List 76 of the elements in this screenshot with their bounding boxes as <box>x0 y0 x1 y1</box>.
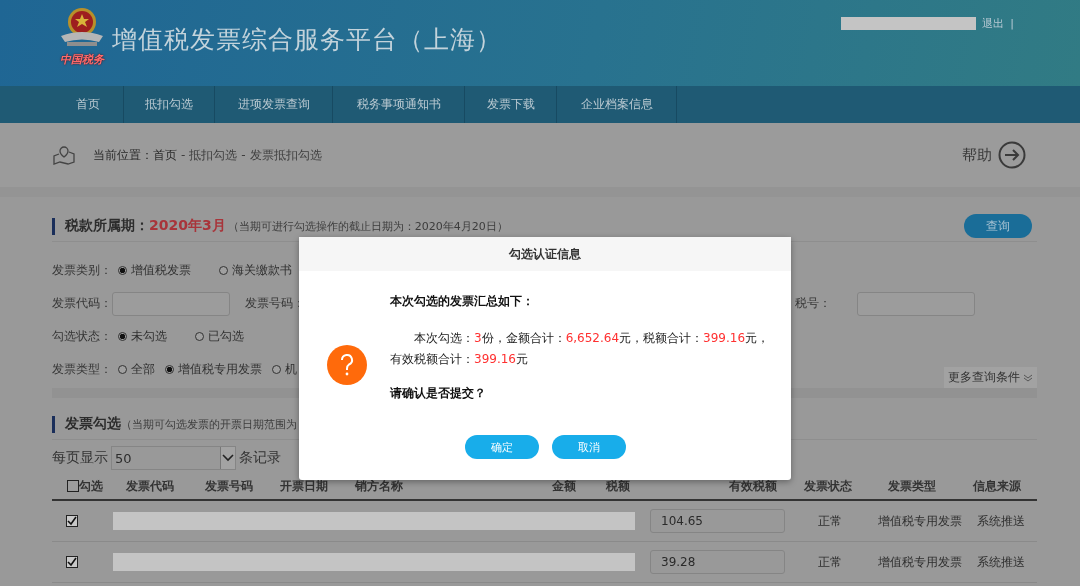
section-marker <box>52 217 55 235</box>
site-title: 增值税发票综合服务平台（上海） <box>112 24 502 56</box>
filter-label: 发票类型： <box>52 361 112 378</box>
filter-label: 勾选状态： <box>52 328 112 345</box>
more-conditions-button[interactable]: 更多查询条件 <box>944 367 1037 388</box>
breadcrumb-separator: - <box>241 148 246 162</box>
breadcrumb-link[interactable]: 发票抵扣勾选 <box>249 146 322 164</box>
table-cell-text: 系统推送 <box>976 512 1026 530</box>
radio-button[interactable] <box>118 365 127 374</box>
section-marker <box>52 415 55 433</box>
table-cell-text: 增值税专用发票 <box>877 512 963 530</box>
breadcrumb-separator: - <box>181 148 186 162</box>
filter-label: 发票代码： <box>52 295 112 312</box>
radio-button[interactable] <box>219 266 228 275</box>
table-cell-text: 增值税专用发票 <box>877 553 963 571</box>
confirm-question: 请确认是否提交？ <box>390 385 487 402</box>
column-header: 金额 <box>550 477 577 495</box>
radio-label: 未勾选 <box>131 328 167 345</box>
radio-label: 机 <box>285 361 297 378</box>
breadcrumb-label: 当前位置： <box>93 146 153 164</box>
input-field[interactable]: 39.28 <box>650 550 785 574</box>
radio-label: 海关缴款书 <box>232 262 292 279</box>
radio-button[interactable] <box>118 332 127 341</box>
page-size-select[interactable]: 50 <box>111 446 236 470</box>
input-field[interactable]: 104.65 <box>650 509 785 533</box>
column-header: 发票号码 <box>204 477 255 495</box>
per-page-label: 每页显示 <box>52 449 108 467</box>
radio-label: 全部 <box>131 361 155 378</box>
help-link[interactable]: 帮助 <box>962 145 992 165</box>
table-cell-text: 系统推送 <box>976 553 1026 571</box>
logout-link[interactable]: 退出 <box>982 16 1005 31</box>
section-note: （当期可勾选发票的开票日期范围为 <box>121 416 297 432</box>
column-header: 开票日期 <box>279 477 330 495</box>
column-header: 信息来源 <box>971 477 1023 495</box>
checkbox[interactable] <box>67 480 79 492</box>
column-header: 税额 <box>605 477 632 495</box>
filter-label: 发票号码： <box>245 295 305 312</box>
column-header: 发票状态 <box>802 477 853 495</box>
confirm-button[interactable]: 确定 <box>464 435 539 459</box>
section-title: 税款所属期： <box>65 217 149 235</box>
breadcrumb-link[interactable]: 首页 <box>153 146 177 164</box>
map-pin-icon <box>53 145 75 165</box>
logo-text: 中国税务 <box>60 52 104 67</box>
radio-button[interactable] <box>165 365 174 374</box>
dialog-heading: 本次勾选的发票汇总如下： <box>390 293 535 310</box>
breadcrumb-link[interactable]: 抵扣勾选 <box>189 146 238 164</box>
arrow-circle-icon[interactable] <box>998 141 1026 169</box>
period-note: （当期可进行勾选操作的截止日期为：2020年4月20日） <box>227 218 508 234</box>
radio-button[interactable] <box>118 266 127 275</box>
cancel-button[interactable]: 取消 <box>551 435 626 459</box>
question-icon <box>327 345 367 385</box>
checkbox[interactable] <box>66 515 78 527</box>
table-cell-text: 正常 <box>817 553 843 571</box>
column-header: 勾选 <box>79 477 103 495</box>
query-button[interactable]: 查询 <box>964 214 1032 238</box>
column-header: 发票代码 <box>124 477 175 495</box>
radio-button[interactable] <box>195 332 204 341</box>
radio-label: 增值税专用发票 <box>178 361 262 378</box>
column-header: 销方名称 <box>353 477 404 495</box>
dialog-title: 勾选认证信息 <box>299 237 791 271</box>
table-cell-text: 正常 <box>817 512 843 530</box>
summary-text: 本次勾选：3份，金额合计：6,652.64元，税额合计：399.16元，有效税额合计：399.16元 <box>390 330 771 368</box>
radio-label: 增值税发票 <box>131 262 191 279</box>
filter-label: 发票类别： <box>52 262 112 279</box>
column-header: 有效税额 <box>728 477 779 495</box>
section-title: 发票勾选 <box>65 415 121 433</box>
period-value: 2020年3月 <box>149 217 226 235</box>
caret-icon <box>220 447 235 469</box>
checkbox[interactable] <box>66 556 78 568</box>
radio-label: 已勾选 <box>208 328 244 345</box>
filter-label: 税号： <box>795 295 832 312</box>
per-page-suffix: 条记录 <box>239 449 281 467</box>
column-header: 发票类型 <box>887 477 938 495</box>
chevron-down-icon <box>1023 372 1033 383</box>
radio-button[interactable] <box>272 365 281 374</box>
separator-text: | <box>1010 17 1014 30</box>
